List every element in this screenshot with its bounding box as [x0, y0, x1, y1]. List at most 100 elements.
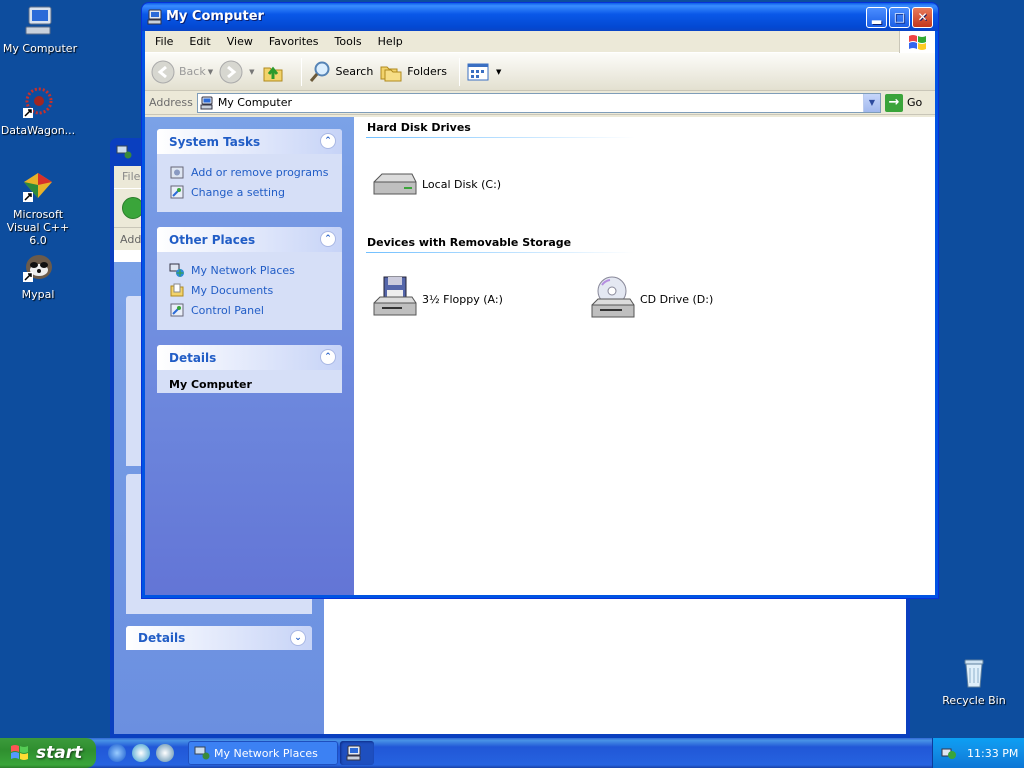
desktop-icon-recycle-bin[interactable]: Recycle Bin [934, 656, 1014, 707]
system-tasks-title: System Tasks [169, 135, 261, 149]
group-header-hard-disk-drives: Hard Disk Drives [366, 121, 634, 138]
address-label: Address [149, 96, 193, 109]
up-folder-icon [261, 60, 285, 84]
minimize-button[interactable]: ▂ [866, 7, 887, 28]
details-head[interactable]: Details ⌃ [157, 345, 342, 370]
folders-button[interactable]: Folders [379, 60, 447, 84]
chevron-down-icon: ▼ [868, 97, 876, 107]
collapse-icon[interactable]: ⌃ [320, 133, 336, 149]
file-view: Hard Disk Drives Local Disk (C:) Devices… [354, 117, 935, 595]
system-tray: 11:33 PM [932, 738, 1024, 768]
up-folder-button[interactable] [261, 60, 289, 84]
system-tasks-body: Add or remove programs Change a setting [157, 154, 342, 212]
start-label: start [36, 743, 83, 763]
drive-local-disk-c[interactable]: Local Disk (C:) [366, 152, 584, 216]
computer-icon [23, 4, 57, 38]
link-label: Change a setting [191, 185, 285, 199]
minimize-icon: ▂ [871, 10, 882, 24]
forward-button[interactable]: ▼ [219, 60, 255, 84]
my-documents-link[interactable]: My Documents [169, 280, 330, 300]
computer-icon [200, 96, 214, 110]
network-status-icon[interactable] [941, 745, 957, 761]
system-tasks-head[interactable]: System Tasks ⌃ [157, 129, 342, 154]
clock[interactable]: 11:33 PM [967, 747, 1018, 760]
drive-cd-d[interactable]: CD Drive (D:) [584, 267, 802, 331]
maximize-button[interactable]: □ [889, 7, 910, 28]
title-bar[interactable]: My Computer ▂ □ ✕ [142, 3, 938, 31]
address-bar: Address My Computer ▼ → Go [145, 91, 935, 115]
control-panel-link[interactable]: Control Panel [169, 300, 330, 320]
forward-arrow-icon [219, 60, 243, 84]
desktop-icon-label: My Computer [2, 42, 78, 55]
other-places-panel: Other Places ⌃ My Network Places My Docu… [157, 227, 342, 330]
drive-label: Local Disk (C:) [422, 177, 502, 191]
group-header-removable-storage: Devices with Removable Storage [366, 236, 634, 253]
taskbar-button-my-network-places[interactable]: My Network Places [188, 741, 338, 765]
menu-tools[interactable]: Tools [327, 35, 370, 48]
address-input[interactable]: My Computer ▼ [196, 92, 881, 113]
dropdown-arrow-icon: ▼ [496, 67, 502, 76]
group-items: 3½ Floppy (A:) CD Drive (D:) [366, 267, 935, 331]
back-label: Back [179, 65, 206, 78]
background-details-head[interactable]: Details ⌄ [126, 626, 312, 650]
drive-label: CD Drive (D:) [640, 292, 714, 306]
views-button[interactable]: ▼ [466, 60, 501, 84]
network-places-icon [116, 145, 132, 159]
taskbar-button-my-computer[interactable] [340, 741, 374, 765]
close-button[interactable]: ✕ [912, 7, 933, 28]
standard-toolbar: Back ▼ ▼ Search Folders ▼ [145, 53, 935, 91]
recycle-bin-icon [957, 656, 991, 690]
my-documents-icon [169, 282, 185, 298]
details-panel: Details ⌃ My Computer [157, 345, 342, 393]
control-panel-icon [169, 184, 185, 200]
mypal-icon [21, 250, 55, 284]
change-setting-link[interactable]: Change a setting [169, 182, 330, 202]
desktop-icon-label: Mypal [21, 288, 55, 301]
other-places-head[interactable]: Other Places ⌃ [157, 227, 342, 252]
floppy-drive-icon [370, 275, 418, 323]
internet-explorer-icon[interactable] [108, 744, 126, 762]
desktop-icon-label: DataWagon... [0, 124, 76, 137]
my-network-places-link[interactable]: My Network Places [169, 260, 330, 280]
quick-launch [108, 744, 174, 762]
menu-edit[interactable]: Edit [181, 35, 218, 48]
window-frame: File Edit View Favorites Tools Help Back… [145, 31, 935, 595]
expand-icon[interactable]: ⌄ [290, 630, 306, 646]
desktop-icon-datawagon[interactable]: DataWagon... [0, 86, 78, 137]
maximize-icon: □ [893, 10, 906, 24]
drive-floppy-a[interactable]: 3½ Floppy (A:) [366, 267, 584, 331]
collapse-icon[interactable]: ⌃ [320, 231, 336, 247]
menu-help[interactable]: Help [370, 35, 411, 48]
go-button[interactable]: → Go [885, 93, 933, 112]
content-area: System Tasks ⌃ Add or remove programs Ch… [145, 117, 935, 595]
start-button[interactable]: start [0, 738, 96, 768]
views-icon [466, 60, 490, 84]
control-panel-icon [169, 302, 185, 318]
other-places-body: My Network Places My Documents Control P… [157, 252, 342, 330]
close-icon: ✕ [917, 10, 928, 24]
back-button[interactable]: Back ▼ [151, 60, 213, 84]
taskbar-button-label: My Network Places [214, 746, 318, 760]
dropdown-arrow-icon: ▼ [207, 67, 214, 76]
folders-icon [379, 60, 403, 84]
collapse-icon[interactable]: ⌃ [320, 349, 336, 365]
windows-logo-icon [10, 743, 30, 763]
menu-view[interactable]: View [219, 35, 261, 48]
media-player-icon[interactable] [156, 744, 174, 762]
search-label: Search [335, 65, 374, 78]
desktop-icon-visual-cpp[interactable]: Microsoft Visual C++ 6.0 [0, 170, 78, 247]
outlook-express-icon[interactable] [132, 744, 150, 762]
menu-bar: File Edit View Favorites Tools Help [145, 31, 935, 53]
search-button[interactable]: Search [308, 60, 374, 84]
address-dropdown-button[interactable]: ▼ [863, 93, 880, 112]
menu-favorites[interactable]: Favorites [261, 35, 327, 48]
desktop-icon-my-computer[interactable]: My Computer [0, 4, 80, 55]
visual-cpp-icon [21, 170, 55, 204]
task-pane: System Tasks ⌃ Add or remove programs Ch… [145, 117, 354, 595]
add-remove-programs-link[interactable]: Add or remove programs [169, 162, 330, 182]
menu-file[interactable]: File [147, 35, 181, 48]
my-computer-window[interactable]: My Computer ▂ □ ✕ File Edit View Favorit… [141, 2, 939, 599]
system-tasks-panel: System Tasks ⌃ Add or remove programs Ch… [157, 129, 342, 212]
link-label: Add or remove programs [191, 165, 329, 179]
desktop-icon-mypal[interactable]: Mypal [0, 250, 78, 301]
